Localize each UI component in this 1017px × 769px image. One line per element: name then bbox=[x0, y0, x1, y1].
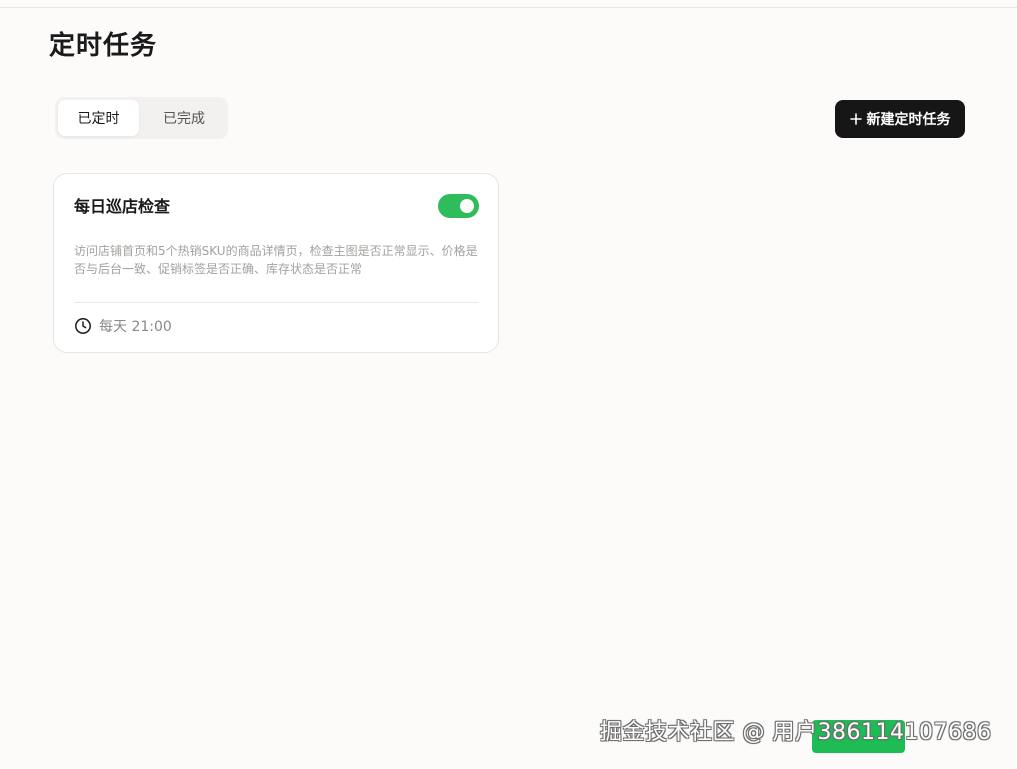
card-divider bbox=[74, 302, 479, 303]
new-scheduled-task-button[interactable]: 新建定时任务 bbox=[835, 100, 965, 138]
new-scheduled-task-label: 新建定时任务 bbox=[866, 112, 951, 128]
page-title: 定时任务 bbox=[49, 31, 158, 61]
clock-icon bbox=[74, 317, 92, 335]
watermark-text: 掘金技术社区 @ 用户386114107686 bbox=[600, 720, 992, 745]
task-enabled-toggle[interactable] bbox=[438, 194, 479, 218]
tab-scheduled[interactable]: 已定时 bbox=[58, 100, 139, 136]
tab-completed[interactable]: 已完成 bbox=[143, 100, 225, 136]
tab-bar: 已定时 已完成 bbox=[55, 97, 228, 139]
top-border bbox=[0, 0, 1017, 8]
plus-icon bbox=[849, 113, 862, 125]
task-title: 每日巡店检查 bbox=[74, 197, 171, 216]
task-description: 访问店铺首页和5个热销SKU的商品详情页，检查主图是否正常显示、价格是否与后台一… bbox=[74, 244, 478, 276]
task-card[interactable]: 每日巡店检查 访问店铺首页和5个热销SKU的商品详情页，检查主图是否正常显示、价… bbox=[53, 173, 499, 353]
task-schedule-text: 每天 21:00 bbox=[99, 319, 172, 335]
toggle-knob bbox=[460, 199, 474, 213]
task-schedule: 每天 21:00 bbox=[74, 315, 172, 337]
